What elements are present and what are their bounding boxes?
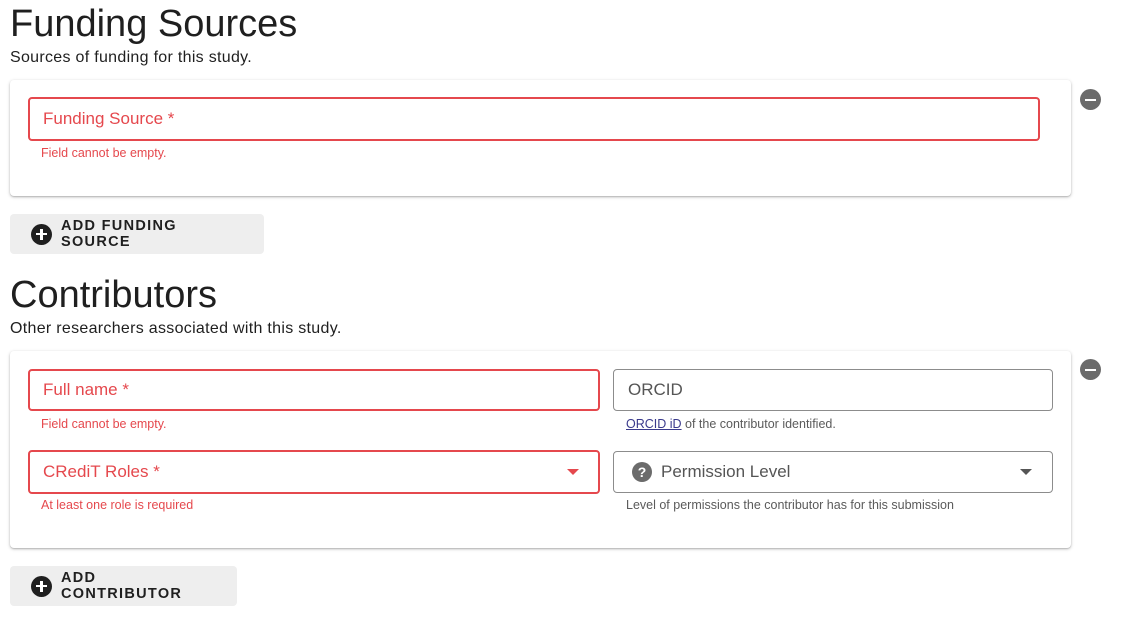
permission-level-select[interactable]: ? Permission Level (613, 451, 1053, 493)
add-contributor-button[interactable]: ADD CONTRIBUTOR (10, 566, 237, 606)
permission-level-label: Permission Level (661, 462, 791, 481)
credit-roles-error: At least one role is required (41, 498, 194, 512)
funding-source-input[interactable]: Funding Source * (28, 97, 1040, 141)
orcid-helper: ORCID iD of the contributor identified. (626, 416, 836, 432)
credit-roles-dropdown-icon (567, 469, 579, 475)
funding-sources-subtitle: Sources of funding for this study. (10, 49, 253, 66)
credit-roles-select[interactable]: CRediT Roles * (28, 450, 600, 494)
orcid-input[interactable]: ORCID (613, 369, 1053, 411)
add-funding-source-button[interactable]: ADD FUNDING SOURCE (10, 214, 264, 254)
permission-level-helper: Level of permissions the contributor has… (626, 498, 954, 512)
funding-source-error: Field cannot be empty. (41, 146, 167, 160)
plus-circle-icon (31, 575, 52, 597)
orcid-helper-text: of the contributor identified. (681, 417, 836, 431)
orcid-id-link[interactable]: ORCID iD (626, 417, 682, 431)
add-contributor-label: ADD CONTRIBUTOR (61, 570, 183, 602)
full-name-label: Full name * (43, 380, 129, 399)
credit-roles-label: CRediT Roles * (43, 462, 160, 481)
orcid-label: ORCID (628, 380, 683, 399)
remove-funding-source-icon[interactable] (1080, 89, 1101, 110)
permission-level-dropdown-icon (1020, 469, 1032, 475)
plus-circle-icon (31, 223, 52, 245)
help-circle-icon[interactable]: ? (632, 462, 652, 482)
full-name-input[interactable]: Full name * (28, 369, 600, 411)
funding-sources-title: Funding Sources (10, 3, 298, 45)
add-funding-source-label: ADD FUNDING SOURCE (61, 218, 177, 250)
contributors-subtitle: Other researchers associated with this s… (10, 320, 342, 337)
funding-source-label: Funding Source * (43, 109, 175, 128)
contributors-title: Contributors (10, 274, 217, 316)
remove-contributor-icon[interactable] (1080, 359, 1101, 380)
full-name-error: Field cannot be empty. (41, 417, 167, 431)
